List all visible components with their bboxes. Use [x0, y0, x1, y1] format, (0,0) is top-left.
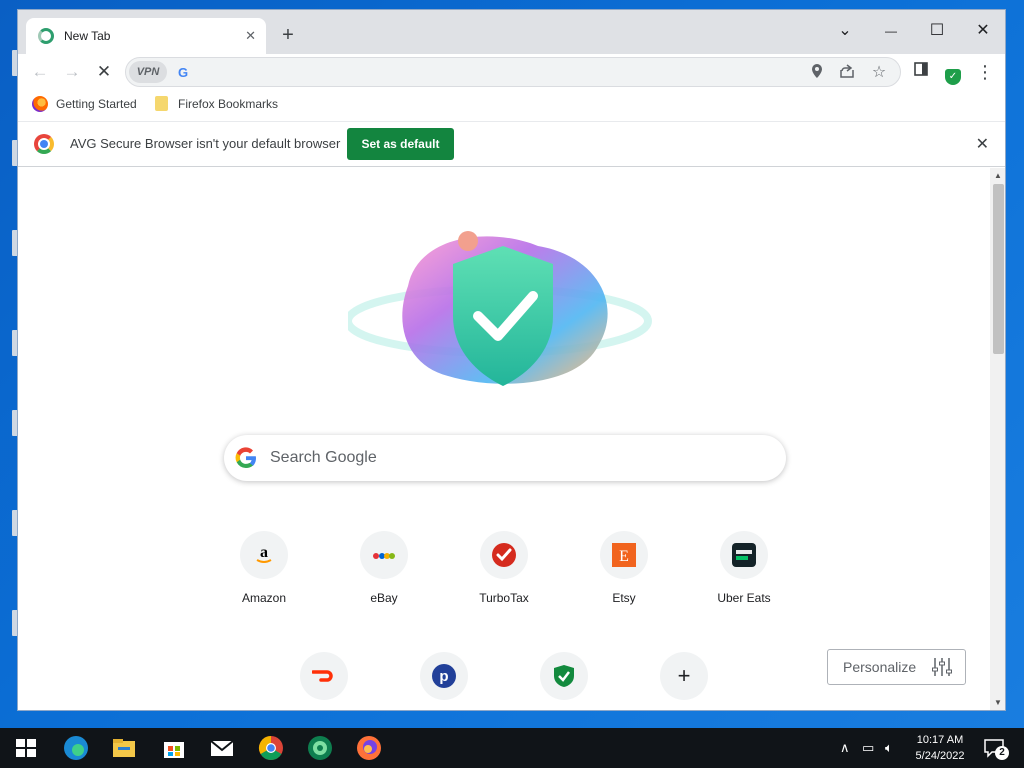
volume-icon[interactable]: 🔈︎	[885, 740, 893, 756]
chevron-up-icon[interactable]: ∧	[840, 740, 850, 756]
new-tab-button[interactable]: +	[276, 24, 300, 48]
menu-dots-icon[interactable]: ⋮	[974, 61, 996, 83]
tab-title: New Tab	[64, 29, 111, 43]
google-icon: G	[178, 65, 189, 80]
svg-text:a: a	[260, 544, 268, 561]
location-icon[interactable]	[806, 62, 828, 84]
shortcut-label: TurboTax	[479, 591, 529, 605]
back-button[interactable]: ←	[26, 60, 54, 84]
shortcut-label: Amazon	[241, 591, 287, 605]
url-input[interactable]	[198, 62, 798, 82]
shortcut-uber-eats[interactable]: Uber Eats	[688, 531, 800, 631]
page-scrollbar[interactable]: ▲ ▼	[990, 168, 1005, 710]
folder-icon	[155, 96, 168, 111]
vpn-button[interactable]: VPN	[129, 61, 167, 83]
shortcut-doordash[interactable]	[268, 652, 380, 710]
infobar-message: AVG Secure Browser isn't your default br…	[70, 136, 341, 151]
shortcut-amazon[interactable]: a Amazon	[208, 531, 320, 631]
shortcut-etsy[interactable]: E Etsy	[568, 531, 680, 631]
browser-logo-icon	[34, 134, 54, 154]
maximize-button[interactable]: ☐	[914, 16, 960, 46]
bookmarks-bar: Getting Started Firefox Bookmarks	[18, 90, 1005, 122]
side-panel-icon[interactable]	[910, 61, 932, 83]
forward-button[interactable]: →	[58, 60, 86, 84]
shortcut-label: Uber Eats	[717, 591, 771, 605]
bookmark-label: Getting Started	[56, 97, 137, 111]
stop-loading-button[interactable]: ✕	[90, 60, 118, 84]
svg-text:p: p	[439, 668, 448, 685]
scroll-up-icon[interactable]: ▲	[994, 171, 1002, 180]
notification-count: 2	[995, 746, 1009, 760]
shortcut-ebay[interactable]: eBay	[328, 531, 440, 631]
mail-icon[interactable]	[208, 734, 236, 762]
hero-illustration	[348, 231, 652, 386]
desktop-icons-edge	[0, 0, 18, 728]
file-explorer-icon[interactable]	[110, 734, 138, 762]
shortcut-pandora[interactable]: p	[388, 652, 500, 710]
tab-new-tab[interactable]: New Tab ✕	[26, 18, 266, 54]
tab-search-button[interactable]: ⌄	[822, 16, 868, 46]
chrome-icon[interactable]	[257, 734, 285, 762]
address-bar: VPN G ☆	[125, 57, 901, 87]
toolbar: ← → ✕ VPN G ☆ ✓ ⋮	[18, 54, 1005, 90]
pandora-icon: p	[420, 652, 468, 700]
clock-date: 5/24/2022	[915, 750, 965, 762]
search-input[interactable]	[270, 447, 760, 469]
add-shortcut-icon: +	[660, 652, 708, 700]
ebay-icon	[360, 531, 408, 579]
add-shortcut-button[interactable]: +	[628, 652, 740, 710]
bookmark-star-icon[interactable]: ☆	[868, 62, 890, 84]
etsy-icon: E	[600, 531, 648, 579]
bookmark-label: Firefox Bookmarks	[178, 96, 279, 111]
set-as-default-button[interactable]: Set as default	[347, 128, 454, 160]
default-browser-infobar: AVG Secure Browser isn't your default br…	[18, 122, 1005, 167]
personalize-label: Personalize	[843, 659, 917, 675]
infobar-close-icon[interactable]: ✕	[976, 134, 989, 154]
firefox-taskbar-icon[interactable]	[355, 734, 383, 762]
notifications-button[interactable]: 2	[982, 734, 1009, 762]
tab-close-icon[interactable]: ✕	[245, 28, 256, 44]
new-tab-page: a Amazon eBay TurboTax E Etsy Ub	[18, 168, 990, 710]
bookmark-firefox-bookmarks[interactable]: Firefox Bookmarks	[155, 96, 278, 111]
scroll-thumb[interactable]	[993, 184, 1004, 354]
sliders-icon	[932, 658, 952, 676]
minimize-button[interactable]: —	[868, 16, 914, 46]
amazon-icon: a	[240, 531, 288, 579]
avg-browser-icon[interactable]	[306, 734, 334, 762]
avg-extension-icon[interactable]: ✓	[942, 61, 964, 85]
start-button[interactable]	[12, 734, 40, 762]
bookmark-getting-started[interactable]: Getting Started	[32, 96, 137, 112]
clock-time: 10:17 AM	[916, 734, 964, 746]
shortcut-label: eBay	[370, 591, 398, 605]
google-g-icon	[235, 447, 256, 469]
share-icon[interactable]	[836, 62, 858, 84]
shortcut-turbotax[interactable]: TurboTax	[448, 531, 560, 631]
shortcut-avg[interactable]	[508, 652, 620, 710]
shortcut-label: Etsy	[612, 591, 636, 605]
uber-eats-icon	[720, 531, 768, 579]
edge-icon[interactable]	[62, 734, 90, 762]
svg-text:E: E	[619, 548, 629, 565]
doordash-icon	[300, 652, 348, 700]
title-bar: New Tab ✕ + ⌄ — ☐ ✕	[18, 10, 1005, 54]
turbotax-icon	[480, 531, 528, 579]
taskbar-clock[interactable]: 10:17 AM 5/24/2022	[912, 732, 968, 764]
scroll-down-icon[interactable]: ▼	[994, 698, 1002, 707]
microsoft-store-icon[interactable]	[160, 734, 188, 762]
avg-shield-icon	[540, 652, 588, 700]
avg-favicon-icon	[38, 28, 54, 44]
google-search-box[interactable]	[224, 435, 786, 481]
personalize-button[interactable]: Personalize	[827, 649, 966, 685]
windows-taskbar: ∧ ▭ 🔈︎ 10:17 AM 5/24/2022 2	[0, 728, 1024, 768]
network-icon[interactable]: ▭	[862, 740, 874, 756]
close-window-button[interactable]: ✕	[960, 16, 1005, 46]
firefox-icon	[32, 96, 48, 112]
browser-window: New Tab ✕ + ⌄ — ☐ ✕ ← → ✕ VPN G ☆ ✓ ⋮ Ge…	[17, 9, 1006, 711]
